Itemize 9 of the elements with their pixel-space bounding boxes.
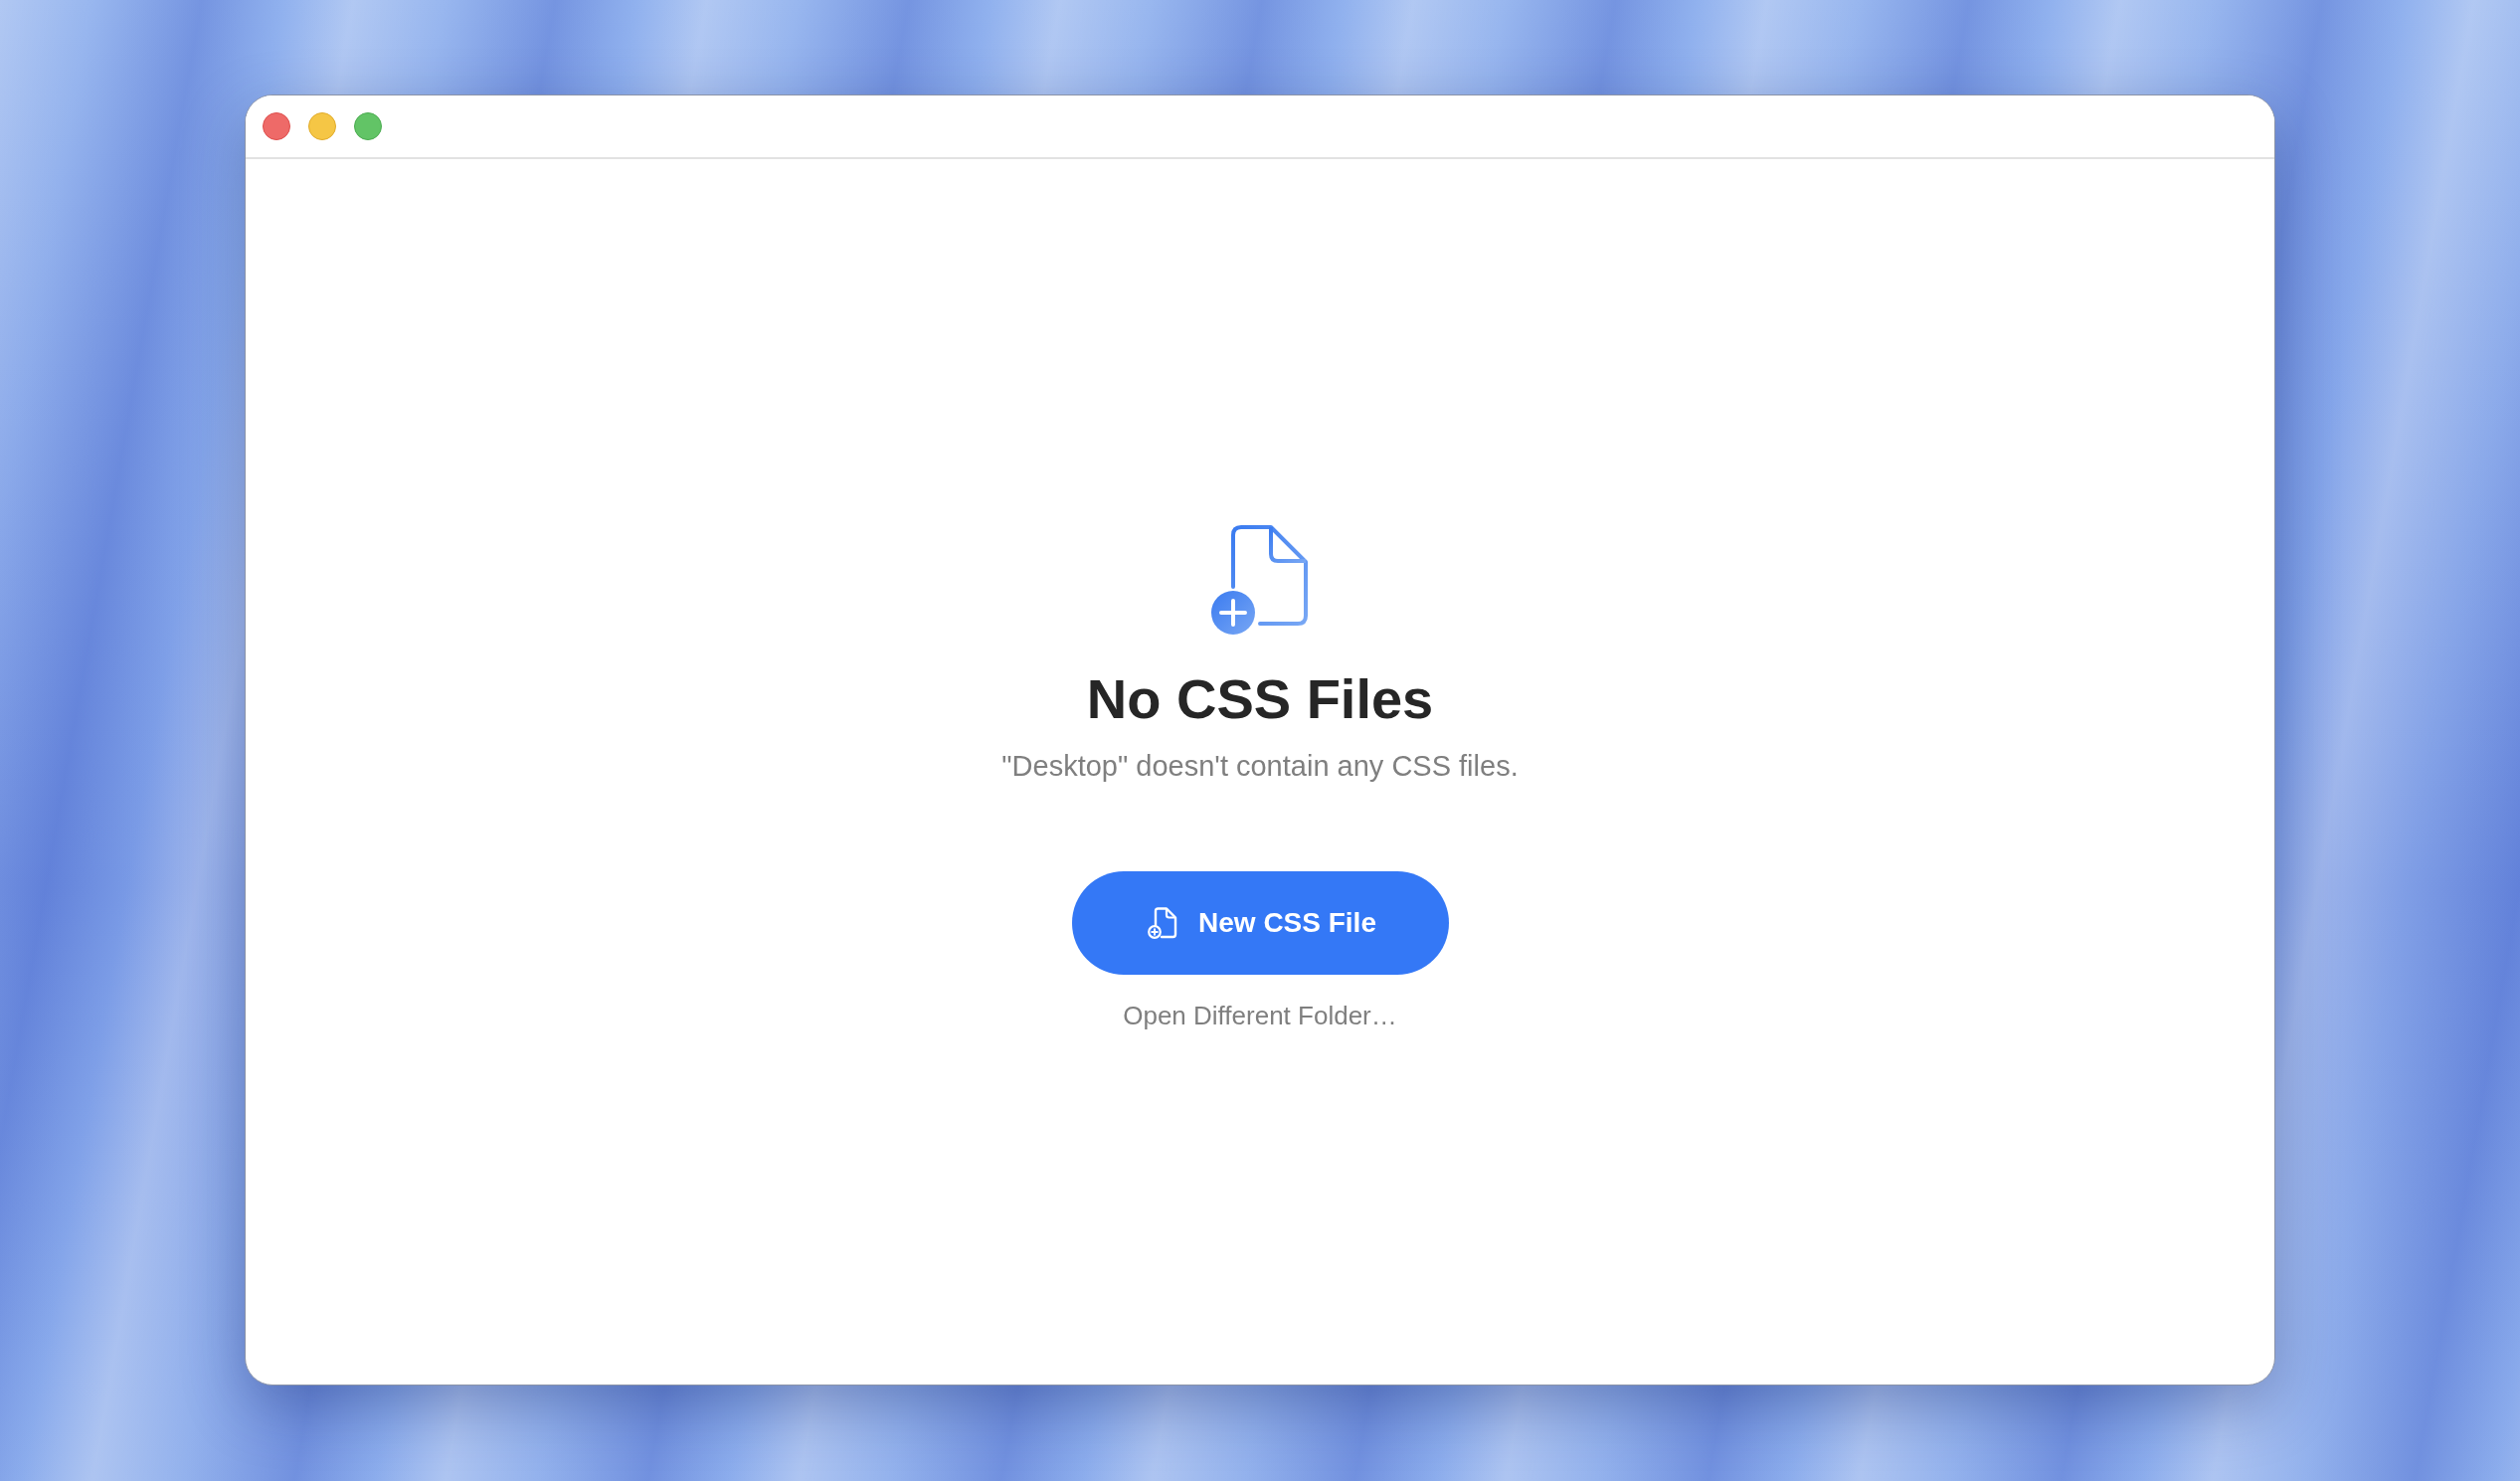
new-document-icon [1210,525,1308,635]
close-button[interactable] [263,112,290,140]
open-folder-link[interactable]: Open Different Folder… [1123,1000,1397,1031]
zoom-button[interactable] [354,112,382,140]
empty-state-title: No CSS Files [1086,666,1434,732]
new-document-icon [1148,907,1178,939]
minimize-button[interactable] [308,112,336,140]
new-file-button[interactable]: New CSS File [1071,871,1449,975]
empty-state-message: "Desktop" doesn't contain any CSS files. [1001,749,1519,784]
